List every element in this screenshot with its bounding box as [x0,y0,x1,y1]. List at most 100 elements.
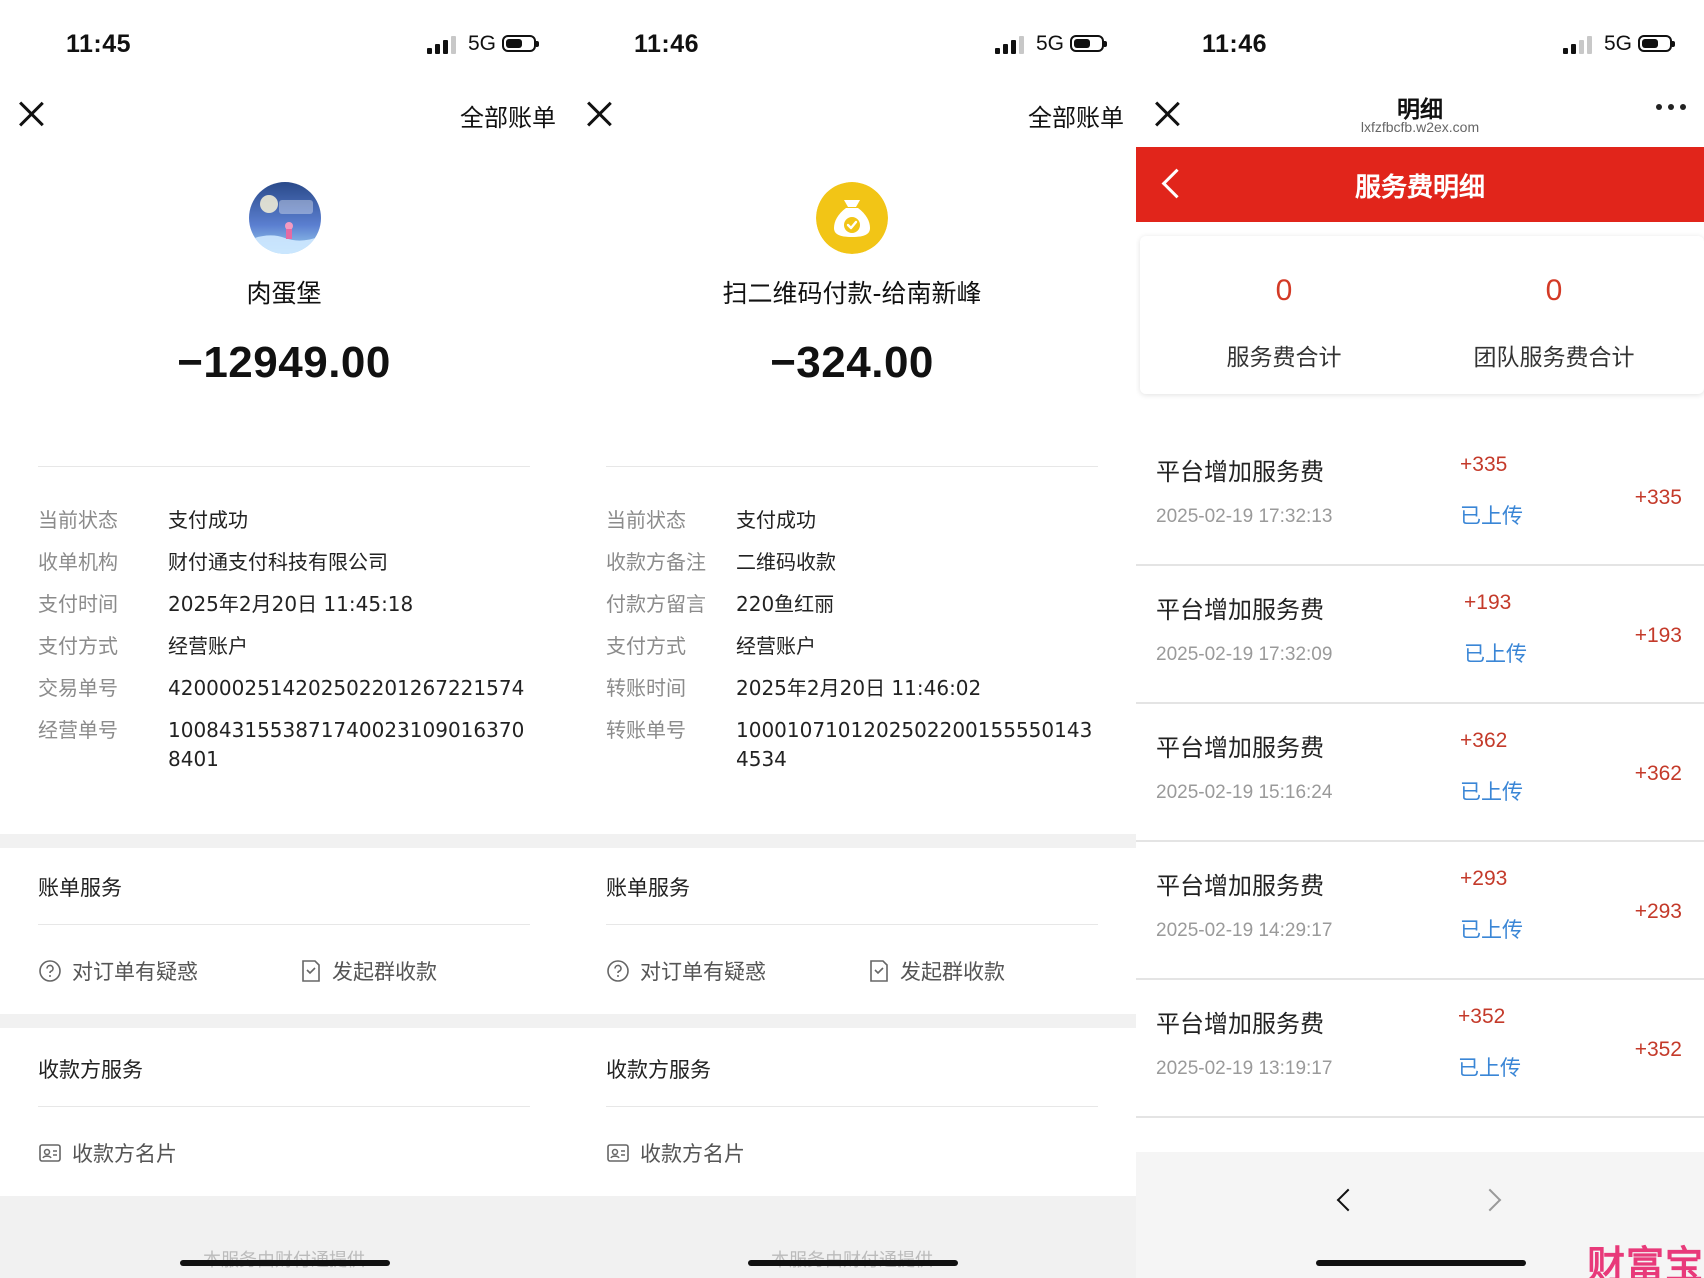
detail-label: 支付时间 [38,592,118,616]
status-bar: 11:46 5G [568,26,1136,66]
merchant-name: 肉蛋堡 [246,279,322,308]
service-fee-total-label: 服务费合计 [1226,345,1342,371]
watermark: 财富宝 [1586,1243,1704,1278]
payee-card-label: 收款方名片 [640,1142,745,1166]
contact-card-icon [39,1144,61,1162]
detail-value: 2025年2月20日 11:46:02 [736,676,982,700]
item-name: 平台增加服务费 [1156,458,1324,486]
detail-value: 220鱼红丽 [736,592,835,616]
list-item[interactable]: 平台增加服务费 2025-02-19 17:32:13 +335 已上传 +33… [1136,426,1704,566]
receipt-icon [870,960,888,982]
item-name: 平台增加服务费 [1156,734,1324,762]
group-collect-button[interactable]: 发起群收款 [300,956,437,986]
detail-value: 支付成功 [736,508,816,532]
detail-row-payee-note: 收款方备注 二维码收款 [606,548,1116,577]
detail-row-status: 当前状态 支付成功 [606,506,1116,535]
more-icon[interactable] [1656,104,1686,110]
all-bills-link[interactable]: 全部账单 [460,98,556,133]
detail-row-pay-method: 支付方式 经营账户 [38,632,548,661]
team-fee-total-value: 0 [1545,274,1563,307]
group-collect-label: 发起群收款 [332,960,437,984]
bill-service-title: 账单服务 [606,876,690,900]
team-fee-total-label: 团队服务费合计 [1473,345,1635,371]
item-amount: +335 [1460,453,1508,476]
detail-value: 1008431553871740023109016370 8401 [168,718,525,771]
item-status: 已上传 [1464,642,1527,666]
detail-row-business-id: 经营单号 1008431553871740023109016370 8401 [38,716,548,774]
money-bag-icon [816,182,888,254]
item-status: 已上传 [1460,504,1523,528]
payee-card-button[interactable]: 收款方名片 [606,1138,745,1168]
status-bar: 11:45 5G [0,26,568,66]
footer-text: 本服务由财付通提供 [0,1246,568,1272]
item-time: 2025-02-19 17:32:09 [1156,644,1333,665]
item-amount: +362 [1460,729,1508,752]
merchant-avatar [249,182,321,254]
detail-label: 付款方留言 [606,592,706,616]
payee-card-label: 收款方名片 [72,1142,177,1166]
order-question-button[interactable]: 对订单有疑惑 [606,956,766,986]
header-bar: 服务费明细 [1136,147,1704,222]
item-name: 平台增加服务费 [1156,1010,1324,1038]
detail-label: 支付方式 [606,634,686,658]
detail-label: 支付方式 [38,634,118,658]
item-status: 已上传 [1458,1056,1521,1080]
question-icon [607,960,629,982]
detail-row-acquirer: 收单机构 财付通支付科技有限公司 [38,548,548,577]
detail-value: 经营账户 [168,634,248,658]
list-item[interactable]: 平台增加服务费 2025-02-19 13:19:17 +352 已上传 +35… [1136,978,1704,1118]
divider [38,1106,530,1107]
payment-detail-panel-left: 11:45 5G 全部账单 肉蛋堡 −12949.00 当前状态 支付成功 收单机… [0,0,568,1278]
detail-label: 当前状态 [38,508,118,532]
item-amount: +352 [1458,1005,1506,1028]
divider [38,466,530,467]
detail-label: 当前状态 [606,508,686,532]
list-item[interactable]: 平台增加服务费 2025-02-19 17:32:09 +193 已上传 +19… [1136,564,1704,704]
item-amount-right: +335 [1634,486,1682,509]
detail-row-status: 当前状态 支付成功 [38,506,548,535]
close-icon[interactable] [18,100,46,128]
battery-icon [1070,35,1107,52]
close-icon[interactable] [586,100,614,128]
list-item[interactable]: 平台增加服务费 2025-02-19 15:16:24 +362 已上传 +36… [1136,702,1704,842]
nav-forward-icon[interactable] [1478,1188,1502,1212]
detail-value: 财付通支付科技有限公司 [168,550,388,574]
detail-row-transfer-time: 转账时间 2025年2月20日 11:46:02 [606,674,1116,703]
footer-text: 本服务由财付通提供 [568,1246,1136,1272]
detail-list: 当前状态 支付成功 收单机构 财付通支付科技有限公司 支付时间 2025年2月20日 … [38,506,548,787]
all-bills-link[interactable]: 全部账单 [1028,98,1124,133]
network-label: 5G [1035,32,1064,55]
status-time: 11:46 [1202,30,1268,58]
status-time: 11:46 [634,30,700,58]
order-question-button[interactable]: 对订单有疑惑 [38,956,198,986]
item-amount: +193 [1464,591,1512,614]
section-gap [0,1014,568,1028]
list-item[interactable]: 平台增加服务费 2025-02-19 14:29:17 +293 已上传 +29… [1136,840,1704,980]
section-gap [568,834,1136,848]
group-collect-label: 发起群收款 [900,960,1005,984]
service-fee-panel: 11:46 5G 明细 lxfzfbcfb.w2ex.com 服务费明细 0 服… [1136,0,1704,1278]
battery-icon [502,35,539,52]
item-name: 平台增加服务费 [1156,596,1324,624]
order-question-label: 对订单有疑惑 [640,960,766,984]
detail-value: 2025年2月20日 11:45:18 [168,592,414,616]
group-collect-button[interactable]: 发起群收款 [868,956,1005,986]
item-name: 平台增加服务费 [1156,872,1324,900]
item-amount-right: +293 [1634,900,1682,923]
item-time: 2025-02-19 13:19:17 [1156,1058,1333,1079]
item-time: 2025-02-19 14:29:17 [1156,920,1333,941]
payee-card-button[interactable]: 收款方名片 [38,1138,177,1168]
detail-value: 二维码收款 [736,550,836,574]
section-gap [568,1014,1136,1028]
divider [606,1106,1098,1107]
summary-card: 0 服务费合计 0 团队服务费合计 [1140,236,1704,394]
detail-row-transaction-id: 交易单号 4200002514202502201267221574 [38,674,548,703]
divider [606,466,1098,467]
detail-row-transfer-id: 转账单号 1000107101202502200155550143 4534 [606,716,1116,774]
nav-back-icon[interactable] [1336,1188,1360,1212]
detail-label: 转账单号 [606,718,686,742]
question-icon [39,960,61,982]
payment-amount: −324.00 [770,338,934,387]
home-indicator [748,1260,958,1266]
service-fee-total-value: 0 [1275,274,1293,307]
